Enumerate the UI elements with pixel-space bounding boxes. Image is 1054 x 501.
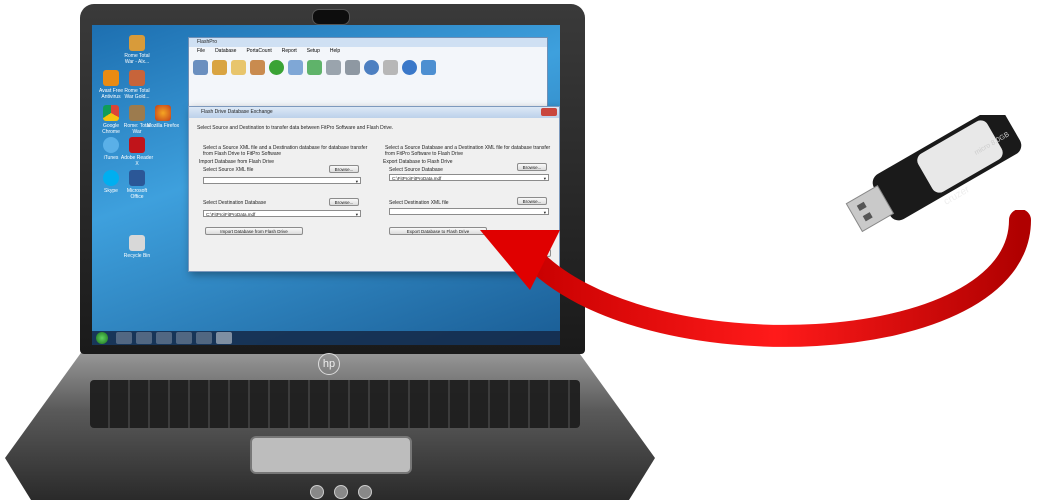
person-icon[interactable]	[250, 60, 265, 75]
desktop-icon-label: Recycle Bin	[123, 253, 151, 259]
webcam-icon	[312, 9, 350, 25]
recycle-bin-icon[interactable]: Recycle Bin	[120, 235, 154, 259]
desktop-icon-label: iTunes	[103, 155, 119, 161]
desktop-icon-label: Google Chrome	[102, 123, 120, 135]
menu-file[interactable]: File	[197, 47, 205, 56]
import-description: Select a Source XML file and a Destinati…	[203, 145, 368, 157]
export-source-select[interactable]: C:\FitPro\FitProData.mdf	[389, 174, 549, 182]
export-dest-browse-button[interactable]: Browse...	[517, 197, 547, 205]
taskbar-app-icon[interactable]	[196, 332, 212, 344]
dialog-title: Flash Drive Database Exchange	[189, 107, 559, 118]
desktop-icon-label: Skype	[104, 188, 118, 194]
dialog-intro: Select Source and Destination to transfe…	[197, 125, 394, 131]
menu-portacount[interactable]: PortaCount	[246, 47, 271, 56]
import-dest-select[interactable]: C:\FitPro\FitProData.mdf	[203, 210, 361, 218]
firefox-icon[interactable]: Mozilla Firefox	[146, 105, 180, 129]
app-toolbar	[193, 60, 436, 75]
desktop-icon-label: Rome Total War Gold...	[124, 88, 150, 100]
taskbar-explorer-icon[interactable]	[136, 332, 152, 344]
app-menu-bar: File Database PortaCount Report Setup He…	[189, 47, 555, 56]
go-icon[interactable]	[269, 60, 284, 75]
globe-icon[interactable]	[364, 60, 379, 75]
adobe-reader-icon[interactable]: Adobe Reader X	[120, 137, 154, 167]
import-dest-browse-button[interactable]: Browse...	[329, 198, 359, 206]
menu-report[interactable]: Report	[282, 47, 297, 56]
office-icon[interactable]: Microsoft Office	[120, 170, 154, 200]
laptop-touchpad	[250, 436, 412, 474]
network-icon[interactable]	[421, 60, 436, 75]
app-title-bar: FlashPro	[189, 38, 547, 47]
close-icon[interactable]	[541, 108, 557, 116]
menu-setup[interactable]: Setup	[307, 47, 320, 56]
desktop-icon[interactable]: Rome Total War - Alx...	[120, 35, 154, 65]
export-source-browse-button[interactable]: Browse...	[517, 163, 547, 171]
taskbar-flashpro-icon[interactable]	[216, 332, 232, 344]
usb-flash-drive: cruzer micro 8.0GB	[845, 115, 1022, 233]
folder-icon[interactable]	[231, 60, 246, 75]
chart-icon[interactable]	[288, 60, 303, 75]
users-icon[interactable]	[193, 60, 208, 75]
import-section-label: Import Database from Flash Drive	[199, 159, 275, 165]
import-source-select[interactable]	[203, 177, 361, 185]
hp-logo-icon: hp	[318, 353, 340, 375]
export-description: Select a Source Database and a Destinati…	[385, 145, 551, 157]
menu-database[interactable]: Database	[215, 47, 236, 56]
export-section-label: Export Database to Flash Drive	[383, 159, 453, 165]
start-button-icon[interactable]	[96, 332, 108, 344]
desktop-icon-label: Adobe Reader X	[120, 155, 154, 167]
laptop-keyboard	[90, 380, 580, 428]
folder-user-icon[interactable]	[212, 60, 227, 75]
desktop-icon[interactable]: Rome Total War Gold...	[120, 70, 154, 100]
import-source-browse-button[interactable]: Browse...	[329, 165, 359, 173]
export-dest-label: Select Destination XML file	[389, 200, 449, 206]
menu-help[interactable]: Help	[330, 47, 340, 56]
print-icon[interactable]	[345, 60, 360, 75]
taskbar-app-icon[interactable]	[176, 332, 192, 344]
app-title: FlashPro	[197, 39, 218, 45]
desktop-icon-label: Rome Total War - Alx...	[124, 53, 150, 65]
laptop-front-buttons	[310, 485, 380, 499]
taskbar-ie-icon[interactable]	[116, 332, 132, 344]
import-database-button[interactable]: Import Database from Flash Drive	[205, 227, 303, 235]
taskbar-media-icon[interactable]	[156, 332, 172, 344]
export-source-label: Select Source Database	[389, 167, 443, 173]
check-list-icon[interactable]	[307, 60, 322, 75]
help-icon[interactable]	[402, 60, 417, 75]
import-source-label: Select Source XML file	[203, 167, 254, 173]
desktop-icon-label: Microsoft Office	[126, 188, 148, 200]
tools-icon[interactable]	[383, 60, 398, 75]
desktop-icon-label: Mozilla Firefox	[146, 123, 180, 129]
report-icon[interactable]	[326, 60, 341, 75]
import-dest-label: Select Destination Database	[203, 200, 267, 206]
